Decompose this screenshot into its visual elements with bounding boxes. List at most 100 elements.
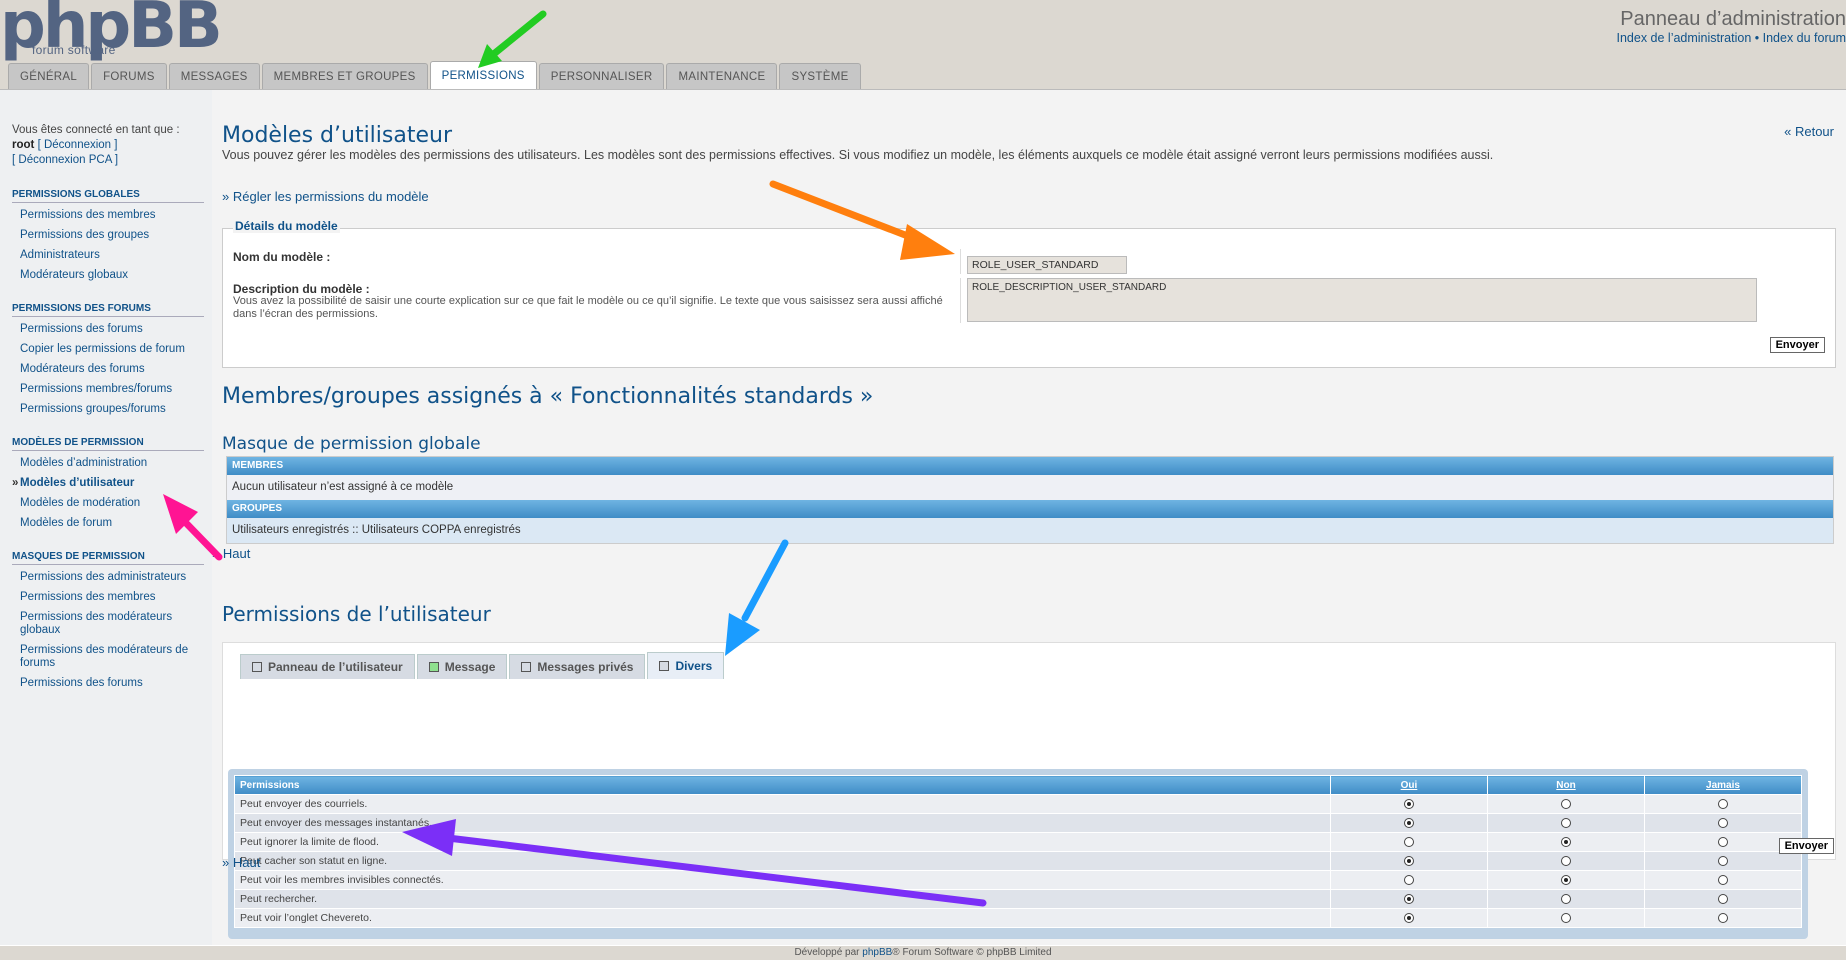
cell-yes [1330,851,1488,871]
page-body: Vous êtes connecté en tant que : root [ … [0,89,1846,946]
members-row: Aucun utilisateur n’est assigné à ce mod… [227,475,1833,500]
radio-no[interactable] [1561,894,1571,905]
radio-yes[interactable] [1404,799,1414,810]
tab-maintenance[interactable]: Maintenance [666,63,778,89]
radio-yes[interactable] [1404,856,1414,867]
set-permissions-link[interactable]: » Régler les permissions du modèle [222,189,429,204]
login-text: Vous êtes connecté en tant que : [12,124,180,136]
cell-yes [1330,908,1488,928]
sidebar-item-admin-masks[interactable]: Permissions des administrateurs [20,571,205,584]
top-link[interactable]: » Haut [212,546,250,561]
logout-acp-link[interactable]: [ Déconnexion PCA ] [12,153,180,168]
role-name-input[interactable] [967,256,1127,274]
sidebar-item-global-moderators[interactable]: Modérateurs globaux [20,269,205,282]
tab-forums[interactable]: Forums [91,63,167,89]
back-link[interactable]: « Retour [1784,124,1834,139]
field-divider [960,278,961,323]
sidebar-item-group-permissions[interactable]: Permissions des groupes [20,229,205,242]
col-never[interactable]: Jamais [1644,775,1802,795]
perm-tab-label: Divers [675,659,713,673]
sidebar-item-administrators[interactable]: Administrateurs [20,249,205,262]
members-header: Membres [227,457,1833,475]
radio-no[interactable] [1561,799,1571,810]
role-name-label: Nom du modèle : [233,250,331,264]
perm-tab-pm[interactable]: Messages privés [509,654,646,679]
col-permissions: Permissions [234,775,1331,795]
radio-no[interactable] [1561,875,1571,886]
green-arrow-icon [478,10,547,68]
sidebar-item-forum-moderators[interactable]: Modérateurs des forums [20,363,205,376]
perm-tab-ucp[interactable]: Panneau de l’utilisateur [240,654,415,679]
radio-yes[interactable] [1404,913,1414,924]
status-square-icon [252,662,262,672]
tab-customise[interactable]: Personnaliser [538,63,665,89]
radio-no[interactable] [1561,837,1571,848]
sidebar: Vous êtes connecté en tant que : root [ … [0,90,212,945]
status-square-icon [521,662,532,672]
sidebar-item-group-forum-permissions[interactable]: Permissions groupes/forums [20,403,205,416]
cell-yes [1330,832,1488,852]
table-row: Peut ignorer la limite de flood. [234,832,1802,852]
sidebar-item-user-roles[interactable]: Modèles d’utilisateur [12,477,205,490]
col-no[interactable]: Non [1487,775,1645,795]
cell-yes [1330,794,1488,814]
sidebar-item-user-permissions[interactable]: Permissions des membres [20,209,205,222]
permission-label: Peut envoyer des messages instantanés. [234,813,1331,833]
link-admin-index[interactable]: Index de l’administration [1616,31,1751,45]
radio-no[interactable] [1561,913,1571,924]
radio-never[interactable] [1718,894,1728,905]
sidebar-item-forum-roles[interactable]: Modèles de forum [20,517,205,530]
assignment-table: Membres Aucun utilisateur n’est assigné … [226,456,1834,544]
cell-never [1644,794,1802,814]
radio-yes[interactable] [1404,818,1414,829]
radio-yes[interactable] [1404,837,1414,848]
role-description-textarea[interactable]: ROLE_DESCRIPTION_USER_STANDARD [967,278,1757,322]
radio-yes[interactable] [1404,894,1414,905]
radio-never[interactable] [1718,875,1728,886]
perm-tab-misc[interactable]: Divers [647,652,725,679]
link-separator: • [1751,31,1763,45]
permission-label: Peut voir l’onglet Chevereto. [234,908,1331,928]
sidebar-item-forum-permissions[interactable]: Permissions des forums [20,323,205,336]
radio-no[interactable] [1561,856,1571,867]
tab-permissions[interactable]: Permissions [429,61,537,89]
tab-general[interactable]: Général [8,63,90,89]
tab-system[interactable]: Système [779,63,861,89]
logout-link[interactable]: [ Déconnexion ] [38,139,118,151]
radio-no[interactable] [1561,818,1571,829]
sidebar-item-forum-masks[interactable]: Permissions des forums [20,677,205,690]
sidebar-item-forum-mod-masks[interactable]: Permissions des modérateurs de forums [20,644,205,670]
header-title: Panneau d’administration [1620,8,1846,30]
tab-messages[interactable]: Messages [168,63,260,89]
status-square-icon [659,661,670,671]
logo-subtext: forum software [32,43,116,57]
submit-button[interactable]: Envoyer [1769,337,1825,353]
sidebar-item-global-mod-masks[interactable]: Permissions des modérateurs globaux [20,611,205,637]
radio-never[interactable] [1718,856,1728,867]
radio-never[interactable] [1718,799,1728,810]
tab-members-groups[interactable]: Membres et groupes [261,63,428,89]
table-row: Peut voir l’onglet Chevereto. [234,908,1802,928]
sidebar-item-user-forum-permissions[interactable]: Permissions membres/forums [20,383,205,396]
table-row: Peut voir les membres invisibles connect… [234,870,1802,890]
perm-tab-label: Panneau de l’utilisateur [268,660,403,674]
sidebar-item-moderator-roles[interactable]: Modèles de modération [20,497,205,510]
permissions-panel: Permissions Oui Non Jamais Peut envoyer … [228,769,1808,939]
col-yes[interactable]: Oui [1330,775,1488,795]
cell-no [1487,813,1645,833]
sidebar-item-user-masks[interactable]: Permissions des membres [20,591,205,604]
radio-never[interactable] [1718,837,1728,848]
sidebar-item-admin-roles[interactable]: Modèles d’administration [20,457,205,470]
header-links: Index de l’administration • Index du for… [1616,31,1846,45]
radio-never[interactable] [1718,818,1728,829]
sidebar-item-copy-forum-permissions[interactable]: Copier les permissions de forum [20,343,205,356]
link-forum-index[interactable]: Index du forum [1763,31,1846,45]
perm-tab-label: Message [444,660,496,674]
radio-never[interactable] [1718,913,1728,924]
perm-tab-post[interactable]: Message [416,654,508,679]
submit-button-2[interactable]: Envoyer [1778,838,1834,854]
groups-row: Utilisateurs enregistrés :: Utilisateurs… [227,518,1833,543]
top-link-2[interactable]: » Haut [222,855,260,870]
radio-yes[interactable] [1404,875,1414,886]
footer-phpbb-link[interactable]: phpBB [862,947,892,958]
